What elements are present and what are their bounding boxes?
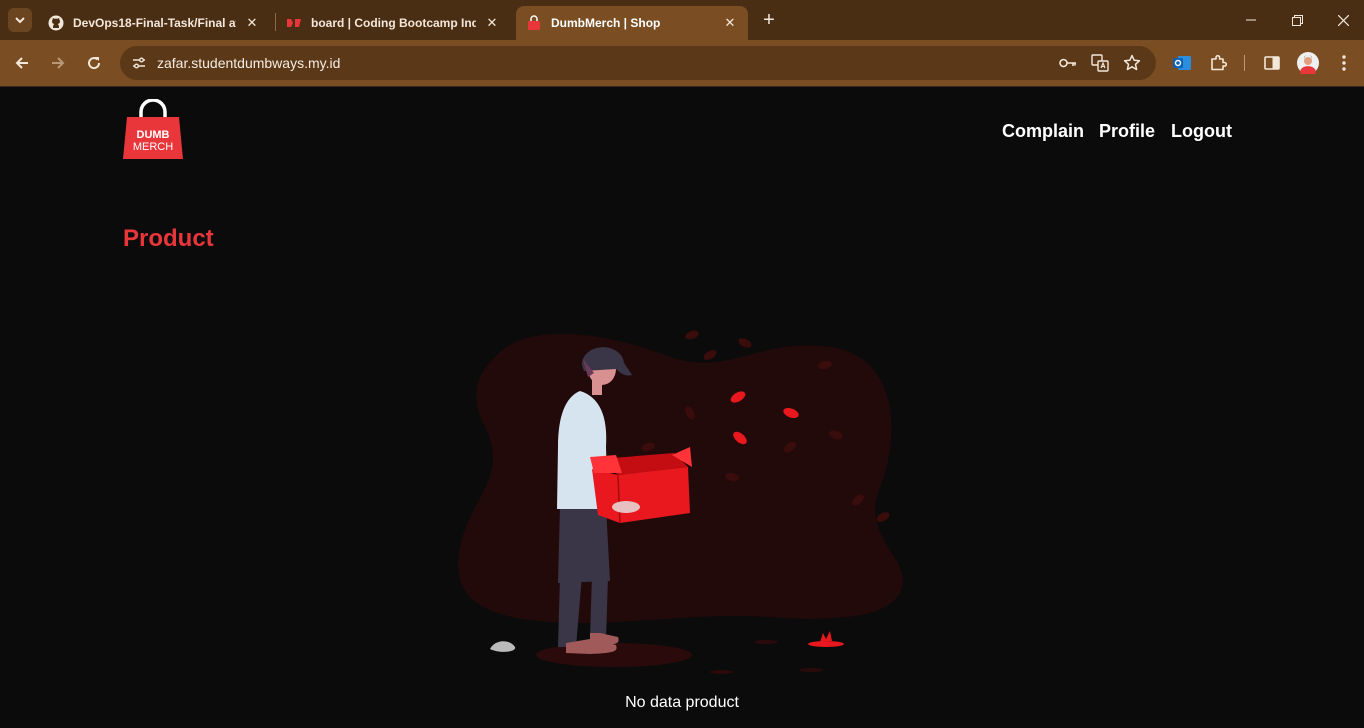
close-icon[interactable]: ✕ <box>244 15 260 31</box>
tab-title: DumbMerch | Shop <box>551 16 661 30</box>
arrow-right-icon <box>52 57 65 69</box>
browser-toolbar: zafar.studentdumbways.my.id <box>0 40 1364 86</box>
empty-state-message: No data product <box>625 694 739 711</box>
profile-avatar[interactable] <box>1297 52 1319 74</box>
nav-logout-link[interactable]: Logout <box>1171 121 1232 142</box>
close-icon[interactable]: ✕ <box>484 15 500 31</box>
tab-title: DevOps18-Final-Task/Final at m <box>73 16 236 30</box>
minimize-icon <box>1246 19 1256 21</box>
chevron-down-icon <box>15 17 25 24</box>
tab-title: board | Coding Bootcamp Indo <box>311 16 476 30</box>
restore-button[interactable] <box>1282 8 1312 32</box>
toolbar-divider <box>1244 55 1245 71</box>
minimize-button[interactable] <box>1236 8 1266 32</box>
tab-strip: DevOps18-Final-Task/Final at m ✕ board |… <box>0 0 1364 40</box>
github-icon <box>48 15 64 31</box>
page-title: Product <box>123 225 214 252</box>
logo-text-line2: MERCH <box>133 141 173 153</box>
more-menu-icon[interactable] <box>1333 52 1355 74</box>
close-icon[interactable]: ✕ <box>722 15 738 31</box>
logo-text-line1: DUMB <box>137 129 170 141</box>
site-info-icon[interactable] <box>128 52 150 74</box>
close-window-button[interactable] <box>1328 8 1358 32</box>
nav-profile-link[interactable]: Profile <box>1099 121 1155 142</box>
tab-dumbmerch-shop[interactable]: DumbMerch | Shop ✕ <box>516 6 748 40</box>
extensions-puzzle-icon[interactable] <box>1207 52 1229 74</box>
address-bar[interactable]: zafar.studentdumbways.my.id <box>120 46 1156 80</box>
dumbways-icon <box>286 15 302 31</box>
reload-icon <box>88 57 101 70</box>
page-content: DUMB MERCH Complain Profile Logout Produ… <box>0 87 1364 728</box>
new-tab-button[interactable]: + <box>758 9 780 31</box>
restore-icon <box>1291 14 1303 26</box>
tab-search-button[interactable] <box>8 8 32 32</box>
empty-state-illustration <box>458 330 903 674</box>
dumbmerch-logo[interactable]: DUMB MERCH <box>122 99 184 161</box>
url-text[interactable]: zafar.studentdumbways.my.id <box>157 55 340 71</box>
translate-icon[interactable] <box>1090 53 1110 73</box>
star-icon[interactable] <box>1122 53 1142 73</box>
arrow-left-icon <box>15 57 28 69</box>
reload-button[interactable] <box>82 51 106 75</box>
back-button[interactable] <box>10 51 34 75</box>
dumbmerch-icon <box>526 15 542 31</box>
tab-dumbways-board[interactable]: board | Coding Bootcamp Indo ✕ <box>276 6 510 40</box>
key-icon[interactable] <box>1058 53 1078 73</box>
outlook-extension-icon[interactable] <box>1171 52 1193 74</box>
forward-button[interactable] <box>46 51 70 75</box>
close-icon <box>1337 14 1349 26</box>
side-panel-icon[interactable] <box>1261 52 1283 74</box>
nav-complain-link[interactable]: Complain <box>1002 121 1084 142</box>
tab-github[interactable]: DevOps18-Final-Task/Final at m ✕ <box>38 6 270 40</box>
